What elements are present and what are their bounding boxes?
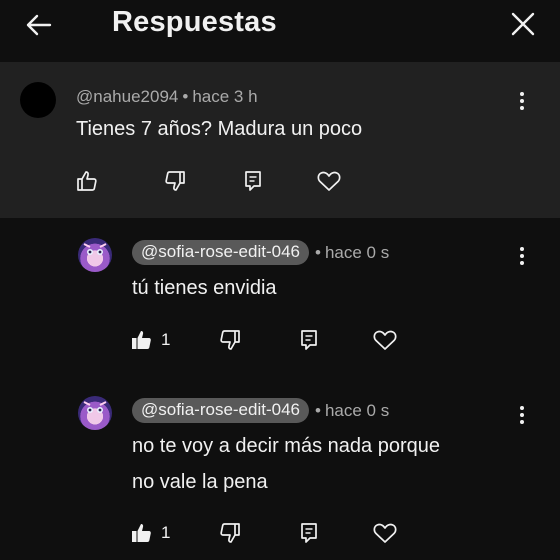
avatar-image	[83, 401, 107, 413]
like-count: 1	[161, 523, 171, 542]
avatar-image	[83, 243, 107, 255]
dislike-button[interactable]	[215, 325, 245, 355]
thumbs-up-filled-icon	[132, 524, 151, 542]
comment-time: hace 3 h	[192, 87, 258, 106]
dislike-button[interactable]	[160, 166, 190, 196]
thumbs-down-outline-icon	[220, 523, 240, 543]
like-count: 1	[161, 330, 171, 349]
more-options-button[interactable]	[510, 244, 534, 268]
thumbs-down-outline-icon	[165, 171, 185, 191]
back-button[interactable]	[22, 8, 56, 42]
reply-button[interactable]	[294, 518, 324, 548]
kebab-menu-icon	[520, 92, 524, 110]
meta-separator: •	[315, 242, 321, 262]
comment-text-line: no vale la pena	[132, 471, 268, 493]
like-button[interactable]	[127, 325, 157, 355]
close-icon	[511, 12, 535, 36]
reply-comment-icon	[245, 171, 261, 191]
author-chip[interactable]: @sofia-rose-edit-046	[132, 240, 309, 265]
dislike-button[interactable]	[215, 518, 245, 548]
arrow-left-icon	[26, 14, 52, 36]
heart-button[interactable]	[370, 325, 400, 355]
heart-outline-icon	[373, 523, 397, 543]
meta-separator: •	[315, 400, 321, 420]
avatar[interactable]	[20, 82, 56, 118]
heart-outline-icon	[373, 330, 397, 350]
kebab-menu-icon	[520, 247, 524, 265]
heart-outline-icon	[317, 171, 341, 191]
heart-button[interactable]	[370, 518, 400, 548]
thumbs-up-outline-icon	[77, 171, 97, 191]
comment-author[interactable]: @nahue2094	[76, 87, 178, 106]
comment-text: Tienes 7 años? Madura un poco	[76, 118, 363, 140]
thumbs-down-outline-icon	[220, 330, 240, 350]
reply-button[interactable]	[294, 325, 324, 355]
close-button[interactable]	[508, 9, 538, 39]
parent-comment: @nahue2094 • hace 3 h Tienes 7 años? Madur…	[0, 62, 560, 218]
heart-button[interactable]	[314, 166, 344, 196]
thumbs-up-filled-icon	[132, 331, 151, 349]
avatar[interactable]	[78, 238, 112, 272]
author-chip[interactable]: @sofia-rose-edit-046	[132, 398, 309, 423]
comment-time: hace 0 s	[324, 242, 390, 262]
comment-time: hace 0 s	[324, 400, 390, 420]
page-title: Respuestas	[112, 6, 277, 38]
reply-button[interactable]	[238, 166, 268, 196]
kebab-menu-icon	[520, 406, 524, 424]
comment-text-line: no te voy a decir más nada porque	[132, 435, 440, 457]
meta-separator: •	[182, 87, 189, 106]
more-options-button[interactable]	[510, 403, 534, 427]
comment-text: tú tienes envidia	[132, 277, 277, 299]
comment-meta: @sofia-rose-edit-046 • hace 0 s	[132, 398, 389, 423]
top-bar: Respuestas	[0, 0, 560, 50]
like-button[interactable]	[127, 518, 157, 548]
like-button[interactable]	[72, 166, 102, 196]
avatar[interactable]	[78, 396, 112, 430]
more-options-button[interactable]	[510, 89, 534, 113]
reply-comment-icon	[301, 523, 317, 543]
reply-comment-icon	[301, 330, 317, 350]
comment-meta: @nahue2094 • hace 3 h	[76, 87, 258, 107]
comment-meta: @sofia-rose-edit-046 • hace 0 s	[132, 240, 389, 265]
